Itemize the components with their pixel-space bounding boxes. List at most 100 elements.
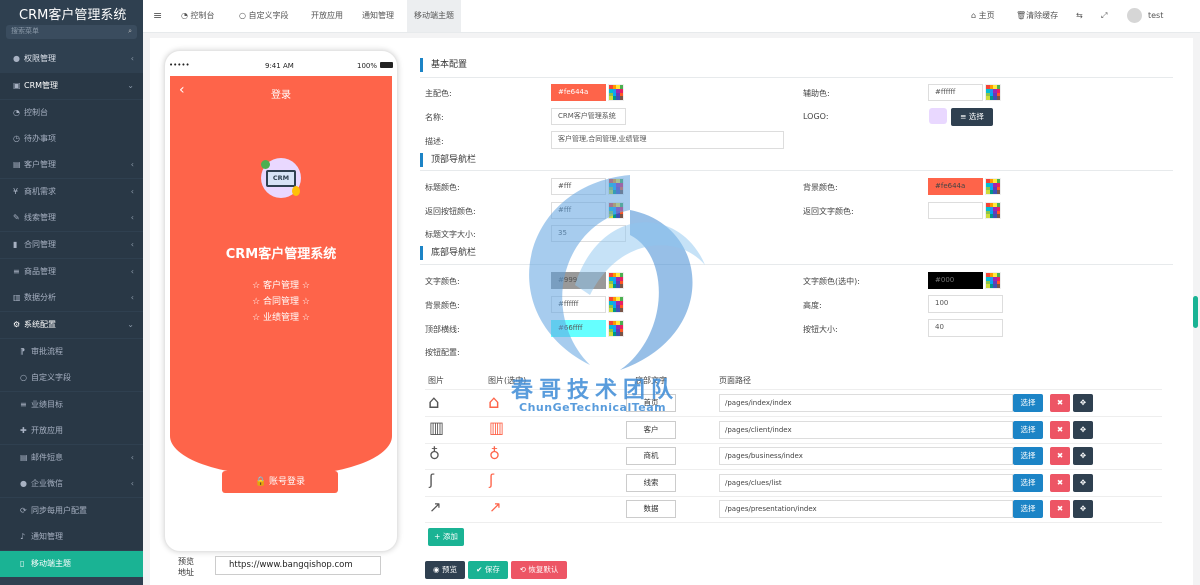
color-picker-icon[interactable] [608,320,624,337]
home-link[interactable]: ⌂ 主页 [971,0,995,32]
sidebar-item-mobile-theme[interactable]: ▯ 移动端主题 [0,551,143,577]
color-picker-icon[interactable] [985,202,1001,219]
color-picker-icon[interactable] [608,84,624,101]
swatch[interactable] [619,190,623,194]
title-size-input[interactable]: 35 [551,225,626,242]
clear-cache-button[interactable]: 🗑清除缓存 [1016,0,1058,32]
trend-chart-icon[interactable]: ↗ [429,498,442,516]
title-color-input[interactable]: #fff [551,178,606,195]
sidebar-item-analytics[interactable]: ▥ 数据分析 ‹ [0,285,143,311]
text-color-input[interactable]: #999 [551,272,606,289]
sidebar-item-contracts[interactable]: ▮ 合同管理 ‹ [0,232,143,258]
swatch[interactable] [619,332,623,336]
color-picker-icon[interactable] [608,202,624,219]
tab-notifications[interactable]: 通知管理 [362,0,394,32]
menu-search-input[interactable]: 搜索菜单 ⌕ [6,25,137,39]
money-bag-selected-icon[interactable]: ♁ [489,445,500,463]
home-icon[interactable]: ⌂ [428,392,439,413]
tab-open-apps[interactable]: 开放应用 [311,0,343,32]
swatch[interactable] [619,96,623,100]
save-button[interactable]: ✔ 保存 [468,561,508,579]
top-border-input[interactable]: #66ffff [551,320,606,337]
page-path-input[interactable]: /pages/index/index [719,394,1013,412]
sidebar-item-todo[interactable]: ◷ 待办事项 [0,126,143,152]
sidebar-item-open-apps[interactable]: ✚ 开放应用 [0,418,143,444]
home-selected-icon[interactable]: ⌂ [488,392,499,413]
select-button[interactable]: 选择 [1013,421,1043,439]
delete-icon[interactable]: ✖ [1050,474,1070,492]
primary-color-input[interactable]: #fe644a [551,84,606,101]
swatch[interactable] [996,96,1000,100]
page-path-input[interactable]: /pages/client/index [719,421,1013,439]
route-icon[interactable]: ʃ [429,471,434,489]
height-input[interactable]: 100 [928,295,1003,313]
money-bag-icon[interactable]: ♁ [429,445,440,463]
login-button[interactable]: 🔒 账号登录 [222,471,338,493]
desc-input[interactable]: 客户管理,合同管理,业绩管理 [551,131,784,149]
menu-toggle-icon[interactable]: ≡ [153,0,162,32]
delete-icon[interactable]: ✖ [1050,421,1070,439]
color-picker-icon[interactable] [608,296,624,313]
color-picker-icon[interactable] [985,84,1001,101]
sidebar-item-products[interactable]: ≡ 商品管理 ‹ [0,259,143,285]
color-picker-icon[interactable] [608,178,624,195]
select-button[interactable]: 选择 [1013,474,1043,492]
select-button[interactable]: 选择 [1013,447,1043,465]
move-icon[interactable]: ✥ [1073,474,1093,492]
swatch[interactable] [996,284,1000,288]
back-text-color-input[interactable] [928,202,983,219]
page-path-input[interactable]: /pages/clues/list [719,474,1013,492]
sidebar-item-notifications[interactable]: ♪ 通知管理 [0,524,143,550]
tab-custom-fields[interactable]: ○ 自定义字段 [239,0,289,32]
swatch[interactable] [996,190,1000,194]
tab-text-input[interactable]: 数据 [626,500,676,518]
building-selected-icon[interactable]: ▥ [489,418,504,437]
color-picker-icon[interactable] [608,272,624,289]
back-btn-color-input[interactable]: #fff [551,202,606,219]
add-row-button[interactable]: + 添加 [428,528,464,546]
tab-dashboard[interactable]: ◔ 控制台 [181,0,215,32]
color-picker-icon[interactable] [985,272,1001,289]
sidebar-item-leads[interactable]: ✎ 线索管理 ‹ [0,205,143,231]
tab-text-input[interactable]: 首页 [626,394,676,412]
tab-text-input[interactable]: 客户 [626,421,676,439]
scrollbar-thumb[interactable] [1193,296,1198,328]
delete-icon[interactable]: ✖ [1050,394,1070,412]
language-icon[interactable]: ⇆ [1076,0,1083,32]
building-icon[interactable]: ▥ [429,418,444,437]
text-color-selected-input[interactable]: #000 [928,272,983,289]
user-menu[interactable]: test [1127,0,1163,32]
move-icon[interactable]: ✥ [1073,500,1093,518]
swatch[interactable] [996,214,1000,218]
bottomnav-bg-color-input[interactable]: #ffffff [551,296,606,313]
sidebar-item-custom-fields[interactable]: ○ 自定义字段 [0,365,143,391]
select-button[interactable]: 选择 [1013,500,1043,518]
btn-size-input[interactable]: 40 [928,319,1003,337]
name-input[interactable]: CRM客户管理系统 [551,108,626,125]
sidebar-item-targets[interactable]: ≡ 业绩目标 [0,392,143,418]
reset-button[interactable]: ⟲ 恢复默认 [511,561,567,579]
swatch[interactable] [619,308,623,312]
aux-color-input[interactable]: #ffffff [928,84,983,101]
color-picker-icon[interactable] [985,178,1001,195]
sidebar-item-permissions[interactable]: ● 权限管理 ‹ [0,46,143,72]
sidebar-item-approval[interactable]: ⁋ 审批流程 [0,339,143,365]
route-selected-icon[interactable]: ʃ [489,471,494,489]
move-icon[interactable]: ✥ [1073,447,1093,465]
sidebar-item-sync-user-config[interactable]: ⟳ 同步每用户配置 [0,498,143,524]
topnav-bg-color-input[interactable]: #fe644a [928,178,983,195]
logo-select-button[interactable]: ≡ 选择 [951,108,993,126]
preview-button[interactable]: ◉ 预览 [425,561,465,579]
swatch[interactable] [619,214,623,218]
sidebar-item-customers[interactable]: ▤ 客户管理 ‹ [0,152,143,178]
sidebar-item-system-config[interactable]: ⚙ 系统配置 ⌄ [0,312,143,338]
sidebar-item-mail-sms[interactable]: ▤ 邮件短息 ‹ [0,445,143,471]
tab-text-input[interactable]: 商机 [626,447,676,465]
swatch[interactable] [619,284,623,288]
page-path-input[interactable]: /pages/presentation/index [719,500,1013,518]
fullscreen-icon[interactable]: ⤢ [1101,0,1107,32]
sidebar-item-opportunities[interactable]: ¥ 商机需求 ‹ [0,179,143,205]
preview-url-field[interactable]: https://www.bangqishop.com [215,556,381,575]
sidebar-item-crm[interactable]: ▣ CRM管理 ⌄ [0,73,143,99]
page-path-input[interactable]: /pages/business/index [719,447,1013,465]
